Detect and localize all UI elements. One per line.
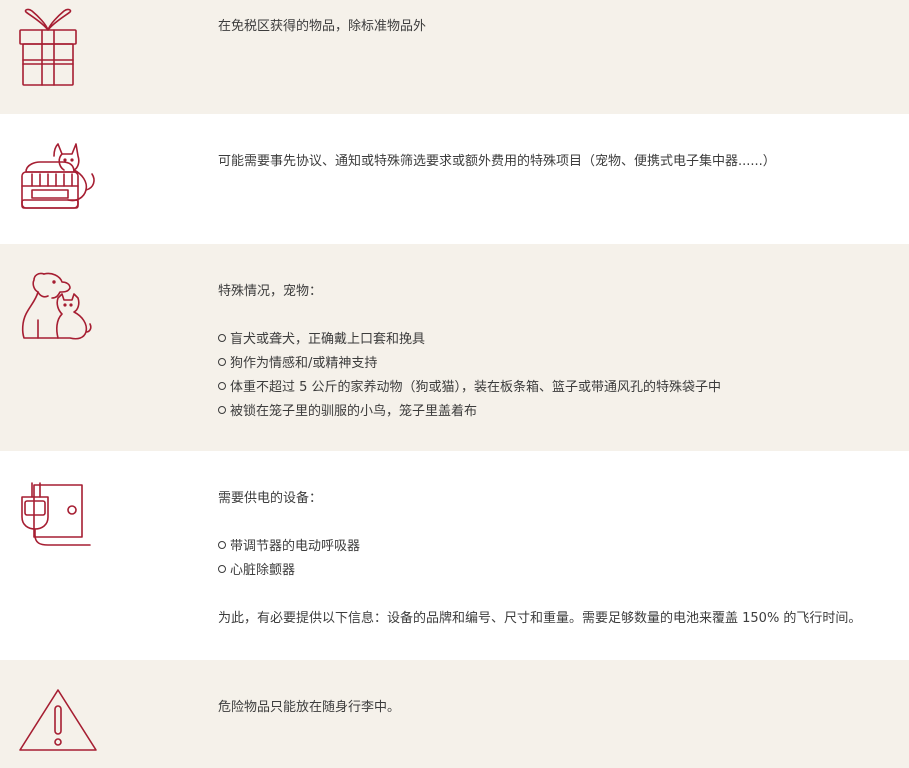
pets-bullet-text: 体重不超过 5 公斤的家养动物（狗或猫），装在板条箱、篮子或带通风孔的特殊袋子中 bbox=[230, 380, 722, 395]
section-duty-free: 在免税区获得的物品，除标准物品外 bbox=[0, 0, 909, 114]
bullet-icon bbox=[218, 334, 226, 342]
section-dangerous-goods: 危险物品只能放在随身行李中。 bbox=[0, 660, 909, 768]
pets-bullet-text: 盲犬或聋犬，正确戴上口套和挽具 bbox=[230, 332, 426, 347]
bullet-icon bbox=[218, 541, 226, 549]
section-powered-devices: 需要供电的设备： 带调节器的电动呼吸器 心脏除颤器 为此，有必要提供以下信息：设… bbox=[0, 451, 909, 660]
warning-triangle-icon bbox=[18, 688, 98, 752]
section-special-items: 可能需要事先协议、通知或特殊筛选要求或额外费用的特殊项目（宠物、便携式电子集中器… bbox=[0, 114, 909, 244]
section-pets: 特殊情况，宠物： 盲犬或聋犬，正确戴上口套和挽具 狗作为情感和/或精神支持 体重… bbox=[0, 244, 909, 451]
pets-bullet-item: 被锁在笼子里的驯服的小鸟，笼子里盖着布 bbox=[218, 400, 909, 424]
power-plug-icon bbox=[18, 481, 94, 549]
bullet-icon bbox=[218, 406, 226, 414]
dog-cat-icon bbox=[18, 270, 92, 342]
special-items-text: 可能需要事先协议、通知或特殊筛选要求或额外费用的特殊项目（宠物、便携式电子集中器… bbox=[218, 154, 776, 169]
pets-bullet-text: 被锁在笼子里的驯服的小鸟，笼子里盖着布 bbox=[230, 404, 478, 419]
pets-title: 特殊情况，宠物： bbox=[218, 284, 323, 299]
pets-bullet-item: 盲犬或聋犬，正确戴上口套和挽具 bbox=[218, 328, 909, 352]
bullet-icon bbox=[218, 358, 226, 366]
devices-note: 为此，有必要提供以下信息：设备的品牌和编号、尺寸和重量。需要足够数量的电池来覆盖… bbox=[218, 611, 862, 626]
devices-bullet-item: 带调节器的电动呼吸器 bbox=[218, 535, 909, 559]
devices-bullet-item: 心脏除颤器 bbox=[218, 559, 909, 583]
devices-bullet-text: 带调节器的电动呼吸器 bbox=[230, 539, 361, 554]
devices-title: 需要供电的设备： bbox=[218, 491, 323, 506]
pets-bullet-text: 狗作为情感和/或精神支持 bbox=[230, 356, 378, 371]
devices-bullet-text: 心脏除颤器 bbox=[230, 563, 296, 578]
dangerous-goods-text: 危险物品只能放在随身行李中。 bbox=[218, 700, 401, 715]
pet-carrier-cat-icon bbox=[18, 142, 98, 218]
pets-bullet-item: 体重不超过 5 公斤的家养动物（狗或猫），装在板条箱、篮子或带通风孔的特殊袋子中 bbox=[218, 376, 909, 400]
pets-bullet-item: 狗作为情感和/或精神支持 bbox=[218, 352, 909, 376]
gift-icon bbox=[18, 8, 80, 88]
bullet-icon bbox=[218, 565, 226, 573]
duty-free-text: 在免税区获得的物品，除标准物品外 bbox=[218, 19, 427, 34]
bullet-icon bbox=[218, 382, 226, 390]
